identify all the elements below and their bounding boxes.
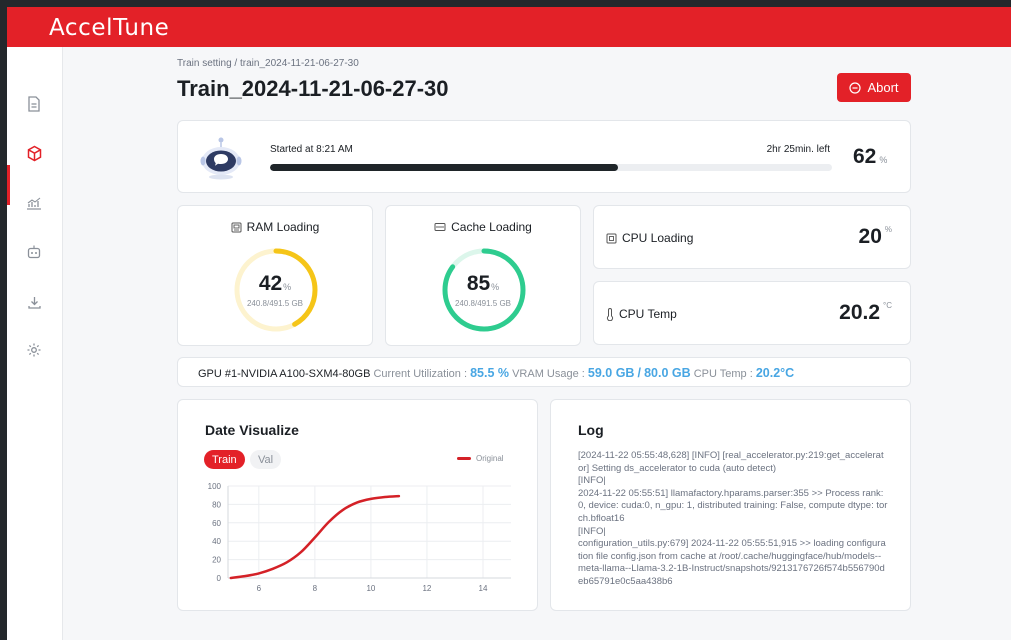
abort-label: Abort xyxy=(867,80,899,95)
x-tick-label: 8 xyxy=(313,584,318,593)
sidebar-item-analytics[interactable] xyxy=(25,194,43,212)
robot-avatar-icon xyxy=(200,137,242,180)
brand-logo: AccelTune xyxy=(49,15,170,41)
x-tick-label: 14 xyxy=(479,584,488,593)
robot-icon xyxy=(27,245,41,259)
sidebar xyxy=(7,47,63,640)
cpu-temp-title: CPU Temp xyxy=(606,307,677,321)
page-title: Train_2024-11-21-06-27-30 xyxy=(177,76,449,101)
log-line: 2024-11-22 05:55:51] llamafactory.hparam… xyxy=(578,487,888,524)
cache-detail: 240.8/491.5 GB xyxy=(454,299,512,308)
y-tick-label: 60 xyxy=(212,519,221,528)
cache-value-unit: % xyxy=(491,282,500,292)
cache-loading-label: Cache Loading xyxy=(451,220,532,234)
gpu-name: GPU #1-NVIDIA A100-SXM4-80GB xyxy=(198,368,371,380)
top-bar: AccelTune xyxy=(7,7,1011,47)
gpu-vram-separator: / xyxy=(637,366,641,380)
ram-loading-card: RAM Loading 42% 240.8/491.5 GB xyxy=(177,205,373,346)
sidebar-active-indicator xyxy=(7,165,10,205)
cache-value: 85% xyxy=(386,272,580,296)
cpu-icon xyxy=(606,233,617,243)
cpu-loading-title: CPU Loading xyxy=(606,231,693,245)
cache-icon xyxy=(434,223,446,231)
breadcrumb[interactable]: Train setting / train_2024-11-21-06-27-3… xyxy=(177,58,359,69)
gpu-util-value: 85.5 % xyxy=(470,366,510,380)
log-output[interactable]: [2024-11-22 05:55:48,628] [INFO] [real_a… xyxy=(578,450,888,589)
gear-icon xyxy=(27,343,41,357)
cube-icon xyxy=(27,145,41,161)
ram-loading-title: RAM Loading xyxy=(178,220,372,234)
training-line-chart: 0 20 40 60 80 100 6 8 10 12 14 xyxy=(208,482,511,593)
memory-icon xyxy=(231,222,242,232)
cpu-loading-value: 20% xyxy=(859,225,892,249)
chart-icon xyxy=(27,197,41,210)
progress-track xyxy=(270,164,832,171)
ram-detail: 240.8/491.5 GB xyxy=(246,299,304,308)
data-visualize-card: Date Visualize Train Val Original 0 20 40 6… xyxy=(177,399,538,611)
app-window: AccelTune Train setting / train_2024-11-… xyxy=(7,7,1011,640)
gpu-temp-label: CPU Temp : xyxy=(693,368,753,380)
sidebar-item-download[interactable] xyxy=(25,293,43,311)
y-tick-label: 20 xyxy=(212,556,221,565)
cache-loading-title: Cache Loading xyxy=(386,220,580,234)
download-icon xyxy=(27,296,41,309)
log-line: [2024-11-22 05:55:48,628] [INFO] [real_a… xyxy=(578,450,884,474)
cpu-temp-label: CPU Temp xyxy=(619,307,677,321)
abort-button[interactable]: Abort xyxy=(837,73,911,102)
log-title: Log xyxy=(578,422,604,438)
cache-loading-card: Cache Loading 85% 240.8/491.5 GB xyxy=(385,205,581,346)
x-tick-label: 12 xyxy=(422,584,431,593)
progress-percent-unit: % xyxy=(879,155,888,165)
gpu-temp-value: 20.2°C xyxy=(755,366,795,380)
cpu-temp-unit: °C xyxy=(883,301,892,310)
log-card: Log [2024-11-22 05:55:48,628] [INFO] [re… xyxy=(550,399,911,611)
gpu-status-line: GPU #1-NVIDIA A100-SXM4-80GB Current Uti… xyxy=(198,366,794,380)
training-progress-card: Started at 8:21 AM 2hr 25min. left 62% xyxy=(177,120,911,193)
gpu-vram-used: 59.0 GB xyxy=(587,366,635,380)
minus-circle-icon xyxy=(849,81,862,94)
gpu-vram-label: VRAM Usage : xyxy=(512,368,585,380)
log-line: [INFO| xyxy=(578,525,606,537)
ram-loading-label: RAM Loading xyxy=(246,220,320,234)
ram-value: 42% xyxy=(178,272,372,296)
progress-percent-value: 62 xyxy=(853,145,877,168)
cpu-temp-value: 20.2 °C xyxy=(839,301,892,325)
x-tick-label: 10 xyxy=(366,584,375,593)
y-tick-label: 80 xyxy=(212,500,221,509)
document-icon xyxy=(28,96,40,112)
cpu-temp-card: CPU Temp 20.2 °C xyxy=(593,281,911,345)
ram-value-number: 42 xyxy=(258,272,283,295)
sidebar-item-document[interactable] xyxy=(25,95,43,113)
gpu-status-bar: GPU #1-NVIDIA A100-SXM4-80GB Current Uti… xyxy=(177,357,911,387)
thermometer-icon xyxy=(606,307,614,321)
gpu-util-label: Current Utilization : xyxy=(373,368,468,380)
y-tick-label: 100 xyxy=(208,482,222,491)
log-line: configuration_utils.py:679] 2024-11-22 0… xyxy=(578,538,886,587)
log-line: [INFO| xyxy=(578,475,606,487)
sidebar-item-model[interactable] xyxy=(25,243,43,261)
time-left: 2hr 25min. left xyxy=(766,144,830,155)
cpu-temp-number: 20.2 xyxy=(839,301,881,324)
y-tick-label: 0 xyxy=(217,574,222,583)
sidebar-item-train[interactable] xyxy=(25,144,43,162)
progress-percent: 62% xyxy=(853,145,887,169)
cpu-loading-unit: % xyxy=(884,225,892,234)
progress-fill xyxy=(270,164,619,171)
cpu-loading-label: CPU Loading xyxy=(622,231,694,245)
started-time: Started at 8:21 AM xyxy=(270,144,353,155)
x-tick-label: 6 xyxy=(257,584,262,593)
gpu-vram-total: 80.0 GB xyxy=(644,366,691,380)
cache-value-number: 85 xyxy=(466,272,491,295)
ram-value-unit: % xyxy=(283,282,292,292)
cpu-loading-number: 20 xyxy=(858,225,882,248)
cpu-loading-card: CPU Loading 20% xyxy=(593,205,911,269)
sidebar-item-settings[interactable] xyxy=(25,341,43,359)
y-tick-label: 40 xyxy=(212,537,221,546)
